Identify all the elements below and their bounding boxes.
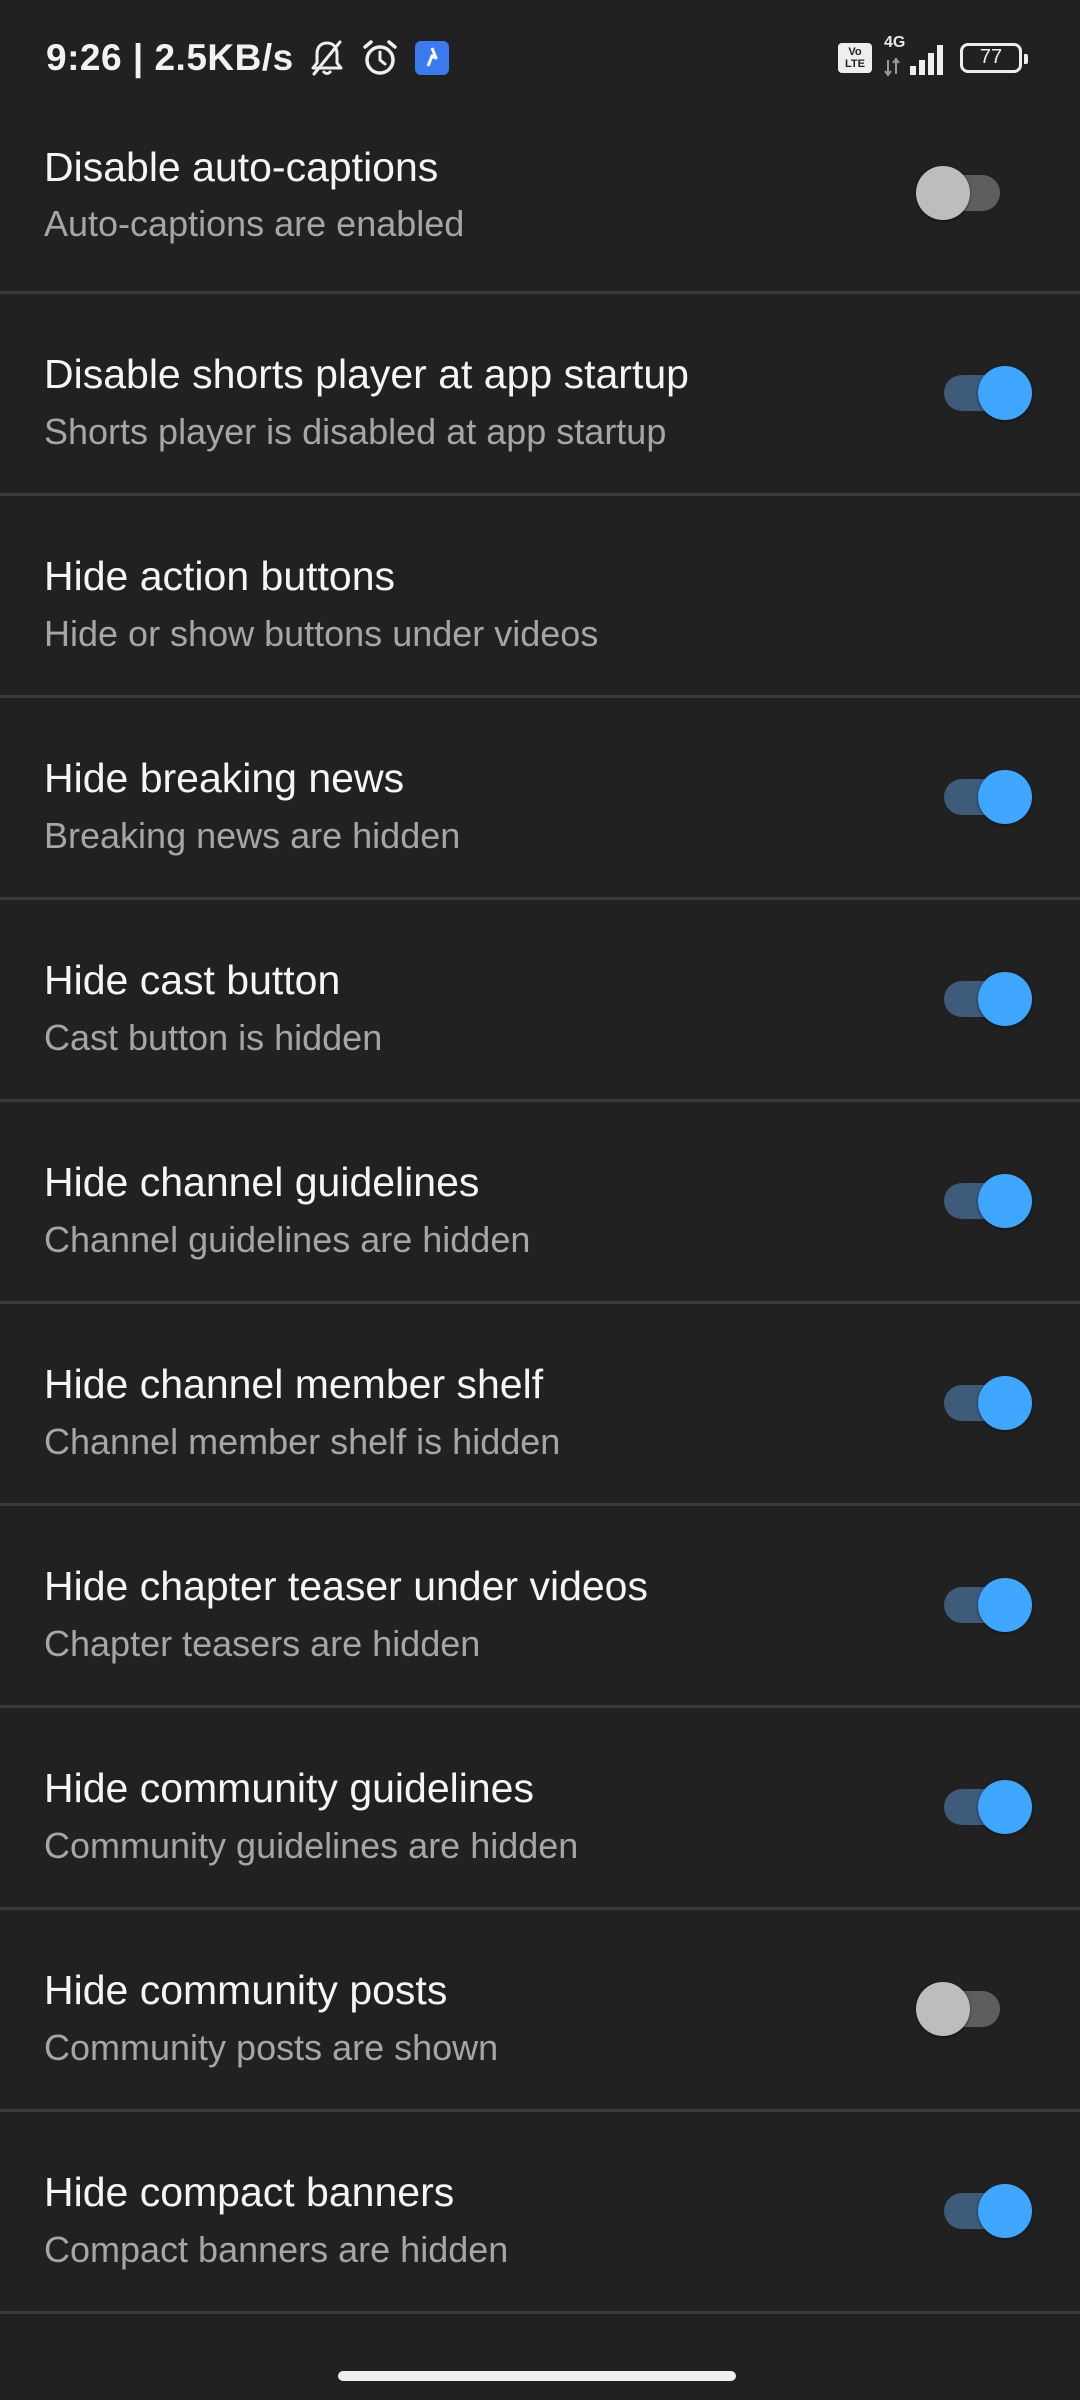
toggle-thumb [978,366,1032,420]
setting-toggle[interactable] [916,158,1006,220]
home-indicator[interactable] [338,2371,736,2381]
setting-title: Hide channel member shelf [44,1361,544,1407]
setting-toggle[interactable] [938,2176,1032,2238]
status-time: 9:26 | 2.5KB/s [46,36,294,78]
setting-subtitle: Community posts are shown [44,2027,499,2068]
setting-subtitle: Community guidelines are hidden [44,1825,579,1866]
settings-row[interactable]: Disable auto-captions Auto-captions are e… [0,90,1080,294]
setting-title: Hide community guidelines [44,1765,534,1811]
settings-row[interactable]: Hide community guidelines Community guide… [0,1708,1080,1910]
setting-toggle[interactable] [938,358,1032,420]
setting-subtitle: Auto-captions are enabled [44,203,465,244]
settings-row[interactable]: Hide action buttons Hide or show buttons … [0,496,1080,698]
toggle-thumb [978,2184,1032,2238]
mute-bell-icon [308,38,346,78]
toggle-thumb [978,972,1032,1026]
toggle-thumb [916,1982,970,2036]
volte-icon: Vo LTE [838,42,872,73]
app-notification-icon [414,40,450,76]
setting-title: Hide cast button [44,957,341,1003]
setting-title: Hide channel guidelines [44,1159,480,1205]
signal-icon: 4G [884,34,948,78]
toggle-thumb [978,1174,1032,1228]
setting-subtitle: Hide or show buttons under videos [44,613,599,654]
setting-title: Disable shorts player at app startup [44,351,689,397]
battery-level: 77 [979,46,1003,68]
toggle-thumb [978,1578,1032,1632]
settings-row[interactable]: Hide community posts Community posts are … [0,1910,1080,2112]
setting-title: Hide action buttons [44,553,396,599]
volte-label: Vo LTE [845,45,865,70]
setting-title: Hide community posts [44,1967,448,2013]
status-right: Vo LTE 4G 77 [838,34,1028,78]
setting-toggle[interactable] [938,1166,1032,1228]
settings-row[interactable]: Hide compact banners Compact banners are … [0,2112,1080,2314]
battery-icon: 77 [960,42,1028,73]
setting-subtitle: Compact banners are hidden [44,2229,509,2270]
setting-title: Hide compact banners [44,2169,455,2215]
settings-row[interactable]: Disable shorts player at app startup Shor… [0,294,1080,496]
setting-toggle[interactable] [916,1974,1006,2036]
setting-toggle[interactable] [938,762,1032,824]
setting-subtitle: Cast button is hidden [44,1017,383,1058]
status-left: 9:26 | 2.5KB/s [46,37,450,79]
setting-subtitle: Chapter teasers are hidden [44,1623,481,1664]
setting-title: Hide breaking news [44,755,405,801]
settings-row[interactable]: Hide cast button Cast button is hidden [0,900,1080,1102]
setting-toggle[interactable] [938,964,1032,1026]
alarm-icon [360,38,400,78]
toggle-thumb [978,1780,1032,1834]
toggle-thumb [978,770,1032,824]
settings-row[interactable]: Hide channel guidelines Channel guideline… [0,1102,1080,1304]
setting-toggle[interactable] [938,1772,1032,1834]
setting-subtitle: Channel guidelines are hidden [44,1219,531,1260]
setting-title: Disable auto-captions [44,144,439,190]
toggle-thumb [916,166,970,220]
setting-subtitle: Breaking news are hidden [44,815,461,856]
settings-row[interactable]: Hide chapter teaser under videos Chapter … [0,1506,1080,1708]
setting-toggle[interactable] [938,1368,1032,1430]
setting-title: Hide chapter teaser under videos [44,1563,648,1609]
setting-toggle[interactable] [938,1570,1032,1632]
toggle-thumb [978,1376,1032,1430]
setting-subtitle: Channel member shelf is hidden [44,1421,561,1462]
settings-list: Disable auto-captions Auto-captions are e… [0,90,1080,2314]
settings-row[interactable]: Hide channel member shelf Channel member … [0,1304,1080,1506]
settings-row[interactable]: Hide breaking news Breaking news are hidd… [0,698,1080,900]
setting-subtitle: Shorts player is disabled at app startup [44,411,667,452]
